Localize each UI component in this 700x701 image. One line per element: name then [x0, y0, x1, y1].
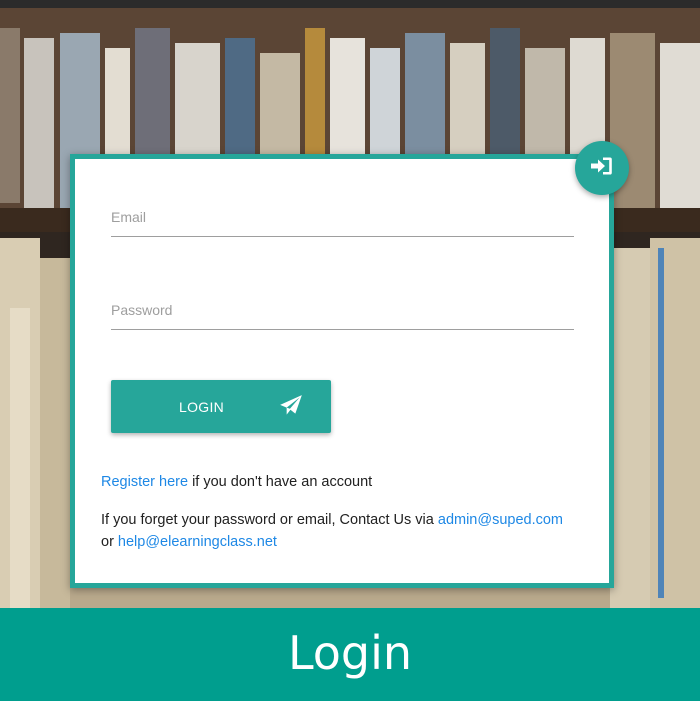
- contact-line-2: or help@elearningclass.net: [101, 534, 277, 550]
- login-fab-button[interactable]: [575, 141, 629, 195]
- login-page: Email Password LOGIN Register here if yo…: [0, 0, 700, 701]
- password-input[interactable]: [111, 302, 578, 340]
- login-button[interactable]: LOGIN: [111, 380, 331, 433]
- login-button-label: LOGIN: [179, 399, 225, 415]
- login-card: Email Password LOGIN Register here if yo…: [70, 154, 614, 588]
- paper-plane-icon: [278, 393, 304, 424]
- footer-bar: Login: [0, 608, 700, 701]
- footer-title: Login: [287, 625, 413, 680]
- password-field[interactable]: Password: [111, 302, 578, 340]
- help-email-link[interactable]: help@elearningclass.net: [118, 534, 277, 550]
- sign-in-icon: [591, 156, 613, 181]
- contact-prefix: If you forget your password or email, Co…: [101, 512, 438, 528]
- email-field[interactable]: Email: [111, 209, 578, 247]
- contact-or: or: [101, 534, 118, 550]
- register-link[interactable]: Register here: [101, 474, 188, 490]
- contact-line-1: If you forget your password or email, Co…: [101, 512, 563, 528]
- register-line: Register here if you don't have an accou…: [101, 474, 372, 490]
- top-strip: [0, 0, 700, 8]
- email-input[interactable]: [111, 209, 578, 247]
- register-suffix: if you don't have an account: [188, 474, 373, 490]
- admin-email-link[interactable]: admin@suped.com: [438, 512, 563, 528]
